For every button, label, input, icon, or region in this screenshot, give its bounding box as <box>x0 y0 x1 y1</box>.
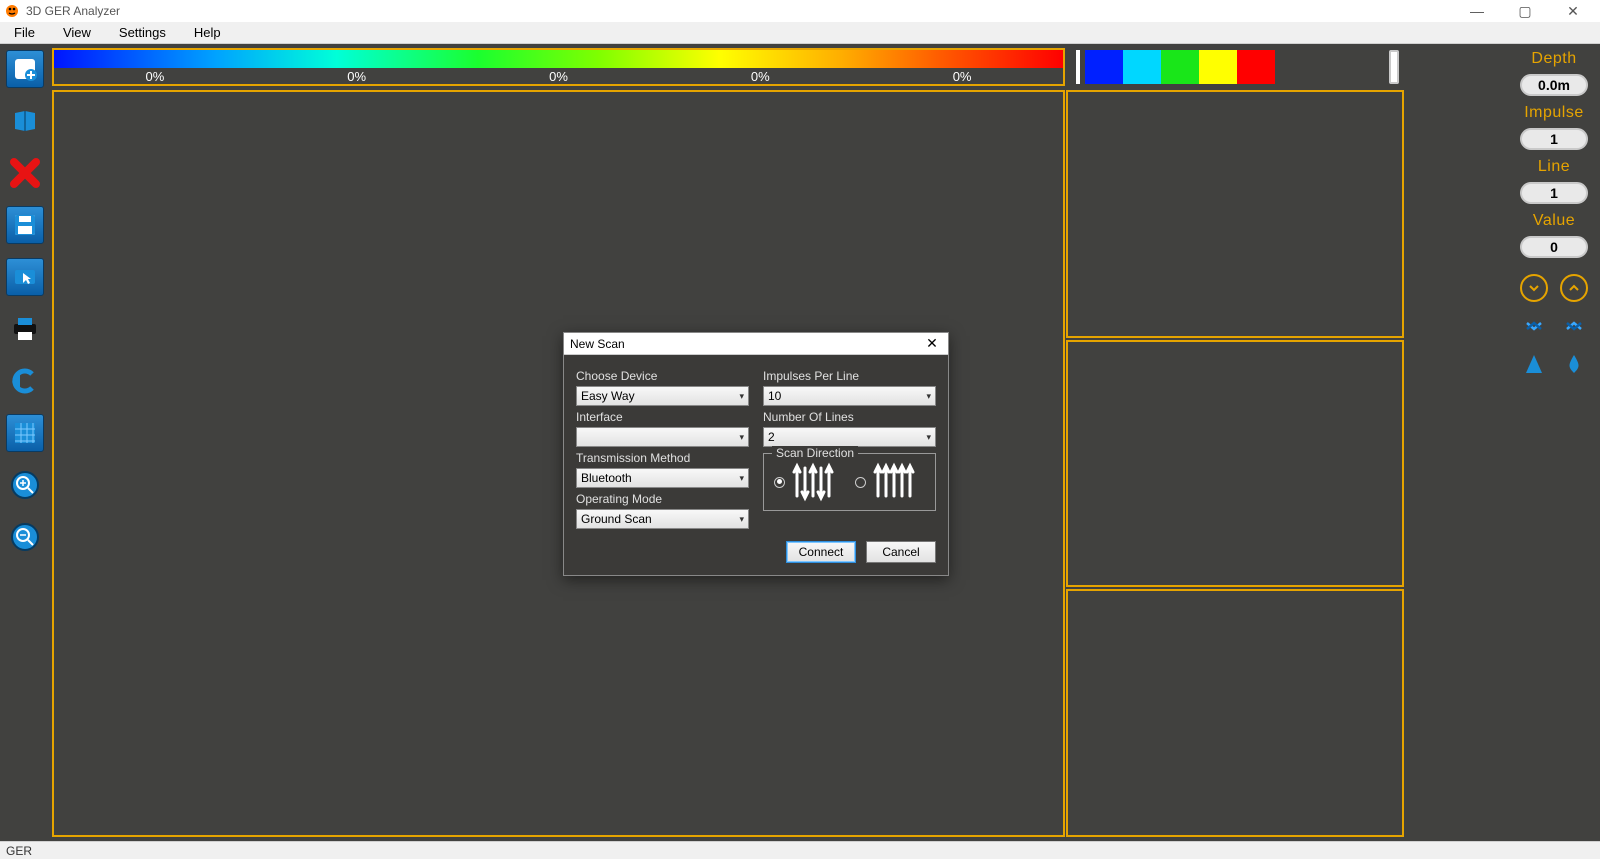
cancel-button[interactable]: Cancel <box>866 541 936 563</box>
radio-checked-icon <box>774 477 785 488</box>
menu-help[interactable]: Help <box>180 22 235 43</box>
operating-label: Operating Mode <box>576 492 749 506</box>
marker-triangle-icon[interactable] <box>1520 350 1548 378</box>
impulse-value: 1 <box>1520 128 1588 150</box>
minimize-button[interactable]: — <box>1462 3 1492 20</box>
app-area: 0% 0% 0% 0% 0% Depth 0.0m Impulse 1 Lin <box>0 44 1600 841</box>
choose-device-select[interactable]: Easy Way▾ <box>576 386 749 406</box>
value-value: 0 <box>1520 236 1588 258</box>
scroll-up-button[interactable] <box>1560 274 1588 302</box>
statusbar: GER <box>0 841 1600 859</box>
interface-label: Interface <box>576 410 749 424</box>
impulses-select[interactable]: 10▾ <box>763 386 936 406</box>
new-scan-dialog: New Scan ✕ Choose Device Easy Way▾ Inter… <box>563 332 949 576</box>
side-panels <box>1066 90 1404 837</box>
side-panel-middle[interactable] <box>1066 340 1404 588</box>
gradient-tick: 0% <box>953 69 972 84</box>
connect-button[interactable]: Connect <box>786 541 856 563</box>
scan-direction-label: Scan Direction <box>772 446 858 460</box>
scan-direction-group: Scan Direction <box>763 453 936 511</box>
gradient-tick: 0% <box>751 69 770 84</box>
mini-colorbar-slider[interactable] <box>1389 50 1399 84</box>
transmission-label: Transmission Method <box>576 451 749 465</box>
window-title: 3D GER Analyzer <box>26 4 120 18</box>
mini-colorbar <box>1076 48 1404 86</box>
open-button[interactable] <box>6 102 44 140</box>
scroll-down-button[interactable] <box>1520 274 1548 302</box>
interface-select[interactable]: ▾ <box>576 427 749 447</box>
menu-file[interactable]: File <box>0 22 49 43</box>
dialog-title: New Scan <box>570 337 625 351</box>
maximize-button[interactable]: ▢ <box>1510 3 1540 20</box>
menu-settings[interactable]: Settings <box>105 22 180 43</box>
marker-drop-icon[interactable] <box>1560 350 1588 378</box>
gradient-tick: 0% <box>549 69 568 84</box>
value-label: Value <box>1533 212 1575 230</box>
depth-value: 0.0m <box>1520 74 1588 96</box>
gradient-ticks: 0% 0% 0% 0% 0% <box>54 68 1063 84</box>
new-scan-button[interactable] <box>6 50 44 88</box>
color-block <box>1161 50 1199 84</box>
gradient-strip <box>54 50 1063 68</box>
impulse-label: Impulse <box>1524 104 1584 122</box>
gradient-tick: 0% <box>347 69 366 84</box>
dialog-titlebar[interactable]: New Scan ✕ <box>564 333 948 355</box>
lines-label: Number Of Lines <box>763 410 936 424</box>
delete-button[interactable] <box>6 154 44 192</box>
status-text: GER <box>6 844 32 858</box>
scan-direction-zigzag[interactable] <box>774 462 837 502</box>
lines-select[interactable]: 2▾ <box>763 427 936 447</box>
depth-label: Depth <box>1531 50 1576 68</box>
right-sidebar: Depth 0.0m Impulse 1 Line 1 Value 0 <box>1508 48 1600 378</box>
color-block <box>1237 50 1275 84</box>
save-button[interactable] <box>6 206 44 244</box>
touch-button[interactable] <box>6 258 44 296</box>
line-value: 1 <box>1520 182 1588 204</box>
app-icon <box>4 3 20 19</box>
dialog-close-button[interactable]: ✕ <box>922 335 942 352</box>
mini-colorbar-marker <box>1076 50 1080 84</box>
side-panel-top[interactable] <box>1066 90 1404 338</box>
left-toolbar <box>0 44 50 841</box>
line-label: Line <box>1538 158 1570 176</box>
zoom-out-button[interactable] <box>6 518 44 556</box>
operating-select[interactable]: Ground Scan▾ <box>576 509 749 529</box>
color-gradient-bar: 0% 0% 0% 0% 0% <box>52 48 1065 86</box>
radio-unchecked-icon <box>855 477 866 488</box>
undo-button[interactable] <box>6 362 44 400</box>
color-block <box>1123 50 1161 84</box>
print-button[interactable] <box>6 310 44 348</box>
scan-direction-parallel[interactable] <box>855 462 918 502</box>
side-panel-bottom[interactable] <box>1066 589 1404 837</box>
expand-up-icon[interactable] <box>1560 312 1588 340</box>
gradient-tick: 0% <box>146 69 165 84</box>
color-block <box>1199 50 1237 84</box>
menubar: File View Settings Help <box>0 22 1600 44</box>
grid-button[interactable] <box>6 414 44 452</box>
zoom-in-button[interactable] <box>6 466 44 504</box>
color-block <box>1085 50 1123 84</box>
menu-view[interactable]: View <box>49 22 105 43</box>
transmission-select[interactable]: Bluetooth▾ <box>576 468 749 488</box>
choose-device-label: Choose Device <box>576 369 749 383</box>
impulses-label: Impulses Per Line <box>763 369 936 383</box>
expand-down-icon[interactable] <box>1520 312 1548 340</box>
close-button[interactable]: ✕ <box>1558 3 1588 20</box>
titlebar: 3D GER Analyzer — ▢ ✕ <box>0 0 1600 22</box>
